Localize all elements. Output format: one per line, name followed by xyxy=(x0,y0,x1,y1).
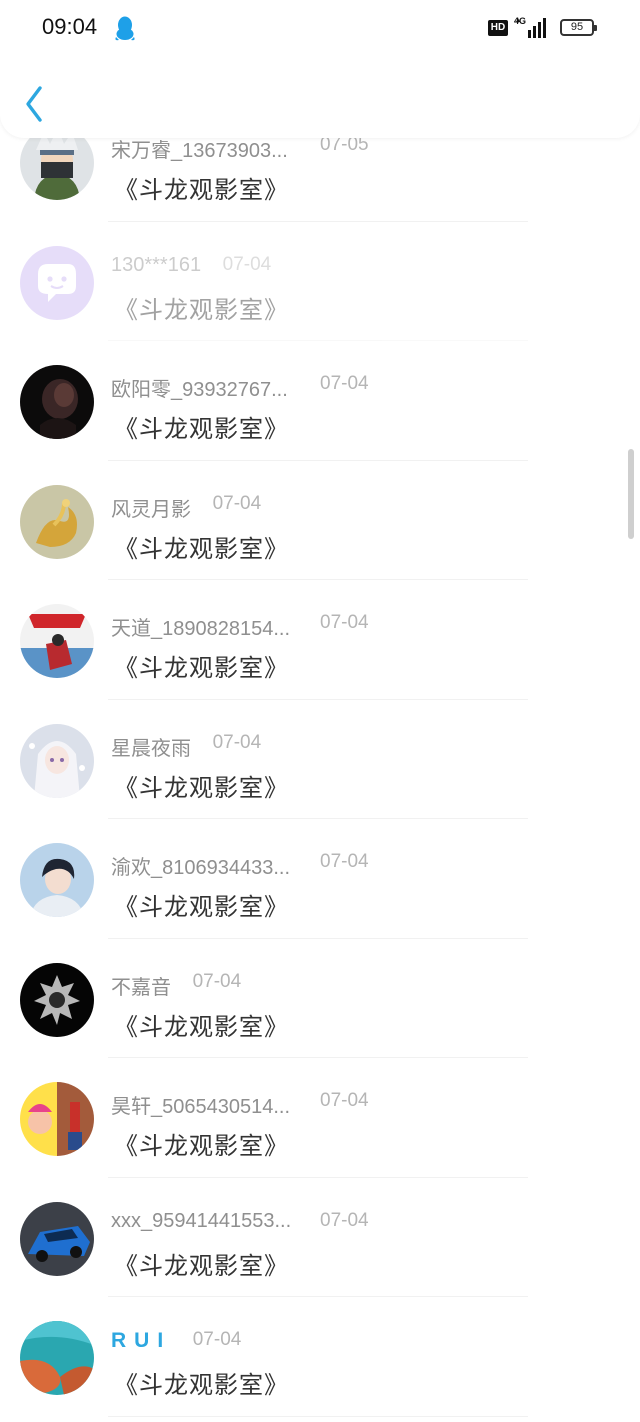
user-name[interactable]: 渝欢_8106934433... xyxy=(111,851,290,880)
battery-indicator: 95 xyxy=(560,19,597,36)
user-name[interactable]: xxx_95941441553... xyxy=(111,1210,291,1233)
hd-voice-badge: HD xyxy=(488,20,508,36)
name-row: xxx_95941441553... 07-04 xyxy=(111,1210,369,1238)
comment-text[interactable]: 《斗龙观影室》 xyxy=(114,170,289,205)
signal-strength-icon: 4G xyxy=(514,16,548,40)
list-item[interactable]: 不嘉音 07-04 《斗龙观影室》 xyxy=(0,939,640,1058)
comment-text[interactable]: 《斗龙观影室》 xyxy=(114,1126,289,1161)
chevron-left-icon xyxy=(26,86,42,122)
list-item[interactable]: 天道_1890828154... 07-04 《斗龙观影室》 xyxy=(0,580,640,700)
name-row: 宋万睿_13673903... 07-05 xyxy=(111,134,369,163)
name-row: 星晨夜雨 07-04 xyxy=(111,732,261,760)
comment-date: 07-04 xyxy=(212,731,262,753)
qq-penguin-icon xyxy=(114,15,136,41)
user-name[interactable]: 风灵月影 xyxy=(111,493,191,522)
comment-date: 07-04 xyxy=(222,253,272,275)
name-row: 不嘉音 07-04 xyxy=(111,971,241,999)
user-name[interactable]: 不嘉音 xyxy=(111,971,171,1000)
avatar[interactable] xyxy=(20,1082,94,1156)
screen: 宋万睿_13673903... 07-05 《斗龙观影室》 130***161 … xyxy=(0,0,640,1422)
name-row: 欧阳零_93932767... 07-04 xyxy=(111,373,369,402)
list-item[interactable]: 昊轩_5065430514... 07-04 《斗龙观影室》 xyxy=(0,1058,640,1178)
comment-date: 07-04 xyxy=(192,970,242,992)
list-item[interactable]: xxx_95941441553... 07-04 《斗龙观影室》 xyxy=(0,1178,640,1297)
avatar[interactable] xyxy=(20,604,94,678)
comment-text[interactable]: 《斗龙观影室》 xyxy=(114,648,289,683)
name-row: RUI 07-04 xyxy=(111,1329,241,1357)
list-item[interactable]: 欧阳零_93932767... 07-04 《斗龙观影室》 xyxy=(0,341,640,461)
user-name[interactable]: 昊轩_5065430514... xyxy=(111,1090,290,1119)
list-item[interactable]: RUI 07-04 《斗龙观影室》 xyxy=(0,1297,640,1417)
back-button[interactable] xyxy=(16,82,56,126)
user-name[interactable]: 130***161 xyxy=(111,254,201,277)
user-name[interactable]: RUI xyxy=(111,1329,171,1353)
top-header: 09:04 HD 4G 95 xyxy=(0,0,640,138)
list-item[interactable]: 130***161 07-04 《斗龙观影室》 xyxy=(0,222,640,341)
comment-date: 07-04 xyxy=(320,373,369,394)
avatar[interactable] xyxy=(20,484,94,559)
comment-date: 07-04 xyxy=(320,1209,369,1231)
name-row: 天道_1890828154... 07-04 xyxy=(111,612,369,641)
avatar[interactable] xyxy=(20,365,94,439)
status-bar: 09:04 HD 4G 95 xyxy=(0,0,640,56)
name-row: 昊轩_5065430514... 07-04 xyxy=(111,1090,369,1119)
avatar[interactable] xyxy=(20,843,94,917)
user-name[interactable]: 欧阳零_93932767... xyxy=(111,373,288,402)
avatar[interactable] xyxy=(20,1321,94,1395)
comment-text[interactable]: 《斗龙观影室》 xyxy=(114,529,289,564)
user-name[interactable]: 星晨夜雨 xyxy=(111,732,191,761)
divider xyxy=(108,1415,528,1417)
comment-text[interactable]: 《斗龙观影室》 xyxy=(114,409,289,444)
comment-list[interactable]: 宋万睿_13673903... 07-05 《斗龙观影室》 130***161 … xyxy=(0,102,640,1417)
comment-text[interactable]: 《斗龙观影室》 xyxy=(114,1365,289,1400)
comment-date: 07-04 xyxy=(212,492,262,514)
user-name[interactable]: 宋万睿_13673903... xyxy=(111,134,288,163)
user-name[interactable]: 天道_1890828154... xyxy=(111,612,290,641)
name-row: 渝欢_8106934433... 07-04 xyxy=(111,851,369,880)
comment-text[interactable]: 《斗龙观影室》 xyxy=(114,768,289,803)
avatar[interactable] xyxy=(20,723,94,798)
list-item[interactable]: 风灵月影 07-04 《斗龙观影室》 xyxy=(0,461,640,580)
avatar[interactable] xyxy=(20,962,94,1037)
list-item[interactable]: 渝欢_8106934433... 07-04 《斗龙观影室》 xyxy=(0,819,640,939)
avatar[interactable] xyxy=(20,245,94,320)
comment-text[interactable]: 《斗龙观影室》 xyxy=(114,1246,289,1281)
comment-date: 07-04 xyxy=(320,1090,369,1111)
comment-text[interactable]: 《斗龙观影室》 xyxy=(114,1007,289,1042)
comment-date: 07-04 xyxy=(320,612,369,633)
name-row: 130***161 07-04 xyxy=(111,254,271,282)
list-item[interactable]: 星晨夜雨 07-04 《斗龙观影室》 xyxy=(0,700,640,819)
scrollbar[interactable] xyxy=(628,449,634,539)
clock: 09:04 xyxy=(42,14,98,39)
comment-date: 07-04 xyxy=(320,851,369,872)
avatar[interactable] xyxy=(20,1201,94,1276)
comment-date: 07-04 xyxy=(192,1329,242,1350)
comment-text[interactable]: 《斗龙观影室》 xyxy=(114,887,289,922)
name-row: 风灵月影 07-04 xyxy=(111,493,261,521)
comment-text[interactable]: 《斗龙观影室》 xyxy=(114,290,289,325)
